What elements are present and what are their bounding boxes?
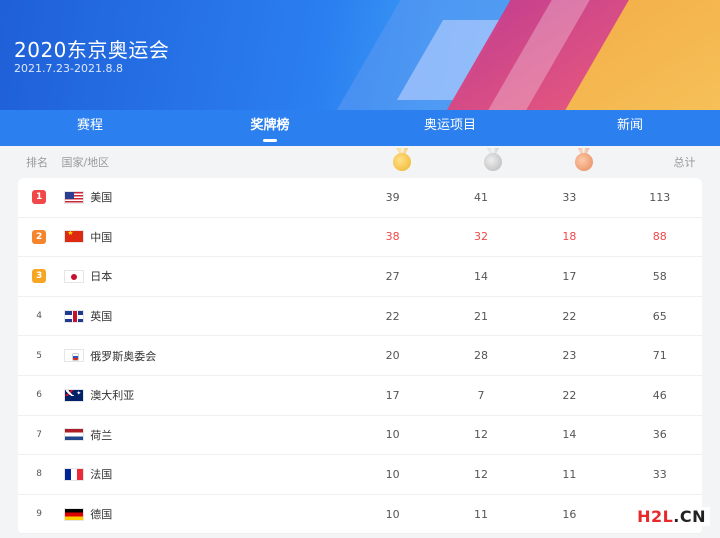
- country-name: 德国: [90, 508, 113, 522]
- silver-medal-icon: [484, 153, 503, 171]
- gold-count: 22: [385, 309, 400, 323]
- table-row[interactable]: 4 英国 22 21 22 65: [18, 297, 702, 337]
- table-row[interactable]: 9 德国 10 11 16: [18, 495, 702, 535]
- tab-medal-table[interactable]: 奖牌榜: [180, 110, 360, 146]
- country-name: 中国: [90, 230, 113, 244]
- table-header: 排名 国家/地区 总计: [0, 146, 720, 178]
- country-name: 美国: [90, 191, 113, 205]
- header-total: 总计: [673, 156, 696, 169]
- table-row[interactable]: 5 俄罗斯奥委会 20 28 23 71: [18, 336, 702, 376]
- table-row[interactable]: 2 中国 38 32 18 88: [18, 218, 702, 258]
- rank-number: 4: [36, 311, 42, 322]
- country-name: 俄罗斯奥委会: [90, 349, 157, 363]
- rank-badge: 2: [32, 229, 47, 244]
- bronze-count: 17: [562, 269, 577, 283]
- bronze-count: 18: [562, 230, 577, 244]
- total-count: 71: [652, 349, 667, 363]
- gold-count: 10: [385, 467, 400, 481]
- country-name: 荷兰: [90, 428, 113, 442]
- gold-medal-icon: [393, 153, 412, 171]
- table-row[interactable]: 8 法国 10 12 11 33: [18, 455, 702, 495]
- silver-count: 41: [474, 190, 488, 204]
- rank-number: 5: [36, 350, 42, 361]
- silver-count: 7: [477, 388, 485, 402]
- roc-flag-icon: [64, 349, 85, 363]
- country-name: 法国: [90, 468, 113, 482]
- rank-number: 8: [36, 469, 42, 480]
- table-row[interactable]: 3 日本 27 14 17 58: [18, 257, 702, 297]
- gold-count: 27: [385, 269, 400, 283]
- total-count: 36: [652, 428, 667, 442]
- china-flag-icon: [64, 230, 85, 244]
- header-rank: 排名: [26, 156, 48, 169]
- medal-table-page: 2020东京奥运会 2021.7.23-2021.8.8 赛程 奖牌榜 奥运项目…: [0, 0, 720, 538]
- gold-count: 38: [385, 230, 400, 244]
- gold-count: 10: [385, 507, 400, 521]
- rank-number: 9: [36, 509, 42, 520]
- silver-count: 12: [474, 428, 488, 442]
- japan-flag-icon: [64, 269, 85, 283]
- country-name: 英国: [90, 310, 113, 324]
- gold-count: 20: [385, 349, 400, 363]
- rank-badge: 1: [32, 190, 47, 205]
- total-count: 46: [652, 388, 667, 402]
- silver-count: 11: [474, 507, 488, 521]
- bronze-count: 23: [562, 349, 577, 363]
- tab-schedule[interactable]: 赛程: [0, 110, 180, 146]
- page-title: 2020东京奥运会: [14, 38, 170, 62]
- header-country: 国家/地区: [61, 156, 110, 169]
- us-flag-icon: [64, 190, 85, 204]
- germany-flag-icon: [64, 507, 85, 521]
- rank-badge: 3: [32, 269, 47, 284]
- tab-news[interactable]: 新闻: [540, 110, 720, 146]
- total-count: 58: [652, 269, 667, 283]
- netherlands-flag-icon: [64, 428, 85, 442]
- france-flag-icon: [64, 467, 85, 481]
- rank-number: 7: [36, 429, 42, 440]
- tab-olympic-sports[interactable]: 奥运项目: [360, 110, 540, 146]
- silver-count: 14: [474, 269, 488, 283]
- site-watermark: H2L.CN: [633, 507, 710, 526]
- bronze-count: 14: [562, 428, 577, 442]
- bronze-count: 33: [562, 190, 577, 204]
- total-count: 113: [649, 190, 671, 204]
- uk-flag-icon: [64, 309, 85, 323]
- silver-count: 12: [474, 467, 488, 481]
- silver-count: 32: [474, 230, 488, 244]
- event-dates: 2021.7.23-2021.8.8: [14, 62, 123, 75]
- bronze-count: 11: [562, 467, 577, 481]
- tab-bar: 赛程 奖牌榜 奥运项目 新闻: [0, 110, 720, 146]
- country-name: 澳大利亚: [90, 389, 135, 403]
- australia-flag-icon: [64, 388, 85, 402]
- bronze-medal-icon: [574, 153, 593, 171]
- olympics-banner: 2020东京奥运会 2021.7.23-2021.8.8: [0, 0, 720, 110]
- country-name: 日本: [90, 270, 113, 284]
- total-count: 88: [652, 230, 667, 244]
- bronze-count: 22: [562, 388, 577, 402]
- rank-number: 6: [36, 390, 42, 401]
- gold-count: 39: [385, 190, 400, 204]
- silver-count: 28: [474, 349, 488, 363]
- table-row[interactable]: 6 澳大利亚 17 7 22 46: [18, 376, 702, 416]
- total-count: 33: [652, 467, 667, 481]
- table-row[interactable]: 7 荷兰 10 12 14 36: [18, 416, 702, 456]
- bronze-count: 16: [562, 507, 577, 521]
- silver-count: 21: [474, 309, 488, 323]
- table-row[interactable]: 1 美国 39 41 33 113: [18, 178, 702, 218]
- medal-table: 1 美国 39 41 33 113 2 中国 38 32 18 88 3 日本 …: [18, 178, 702, 535]
- gold-count: 17: [385, 388, 400, 402]
- bronze-count: 22: [562, 309, 577, 323]
- total-count: 65: [652, 309, 667, 323]
- gold-count: 10: [385, 428, 400, 442]
